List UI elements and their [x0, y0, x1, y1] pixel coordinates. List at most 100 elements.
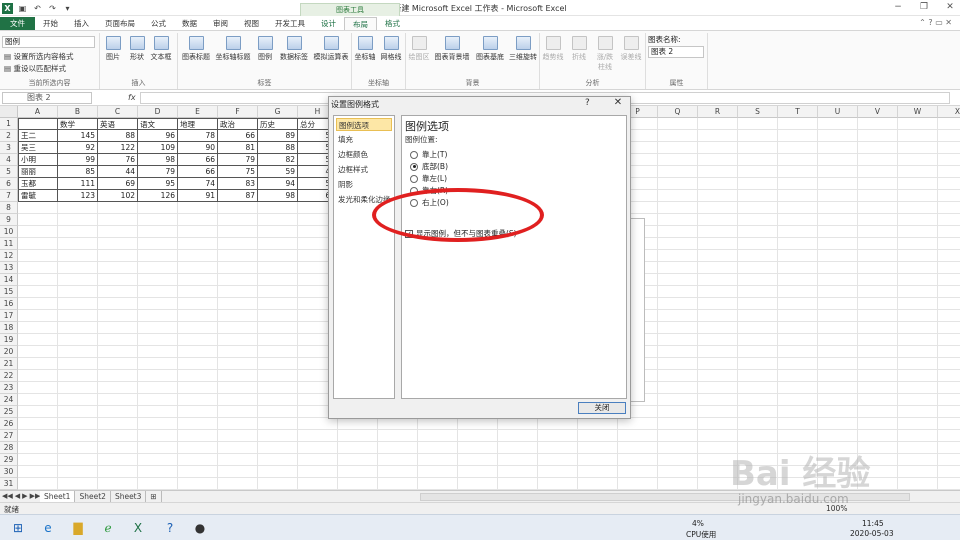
- row-header[interactable]: 29: [0, 454, 18, 466]
- row-header[interactable]: 10: [0, 226, 18, 238]
- radio-button[interactable]: [410, 150, 418, 159]
- excel-taskbar-icon[interactable]: X: [130, 520, 146, 536]
- row-header[interactable]: 28: [0, 442, 18, 454]
- column-header[interactable]: S: [738, 106, 778, 118]
- table-cell[interactable]: 94: [258, 178, 298, 190]
- column-header[interactable]: R: [698, 106, 738, 118]
- windows-start-icon[interactable]: ⊞: [10, 520, 26, 536]
- clock-time[interactable]: 11:45: [862, 519, 884, 528]
- nav-border-style[interactable]: 边框样式: [336, 163, 392, 176]
- table-cell[interactable]: 92: [58, 142, 98, 154]
- tab-home[interactable]: 开始: [35, 17, 66, 30]
- header-cell[interactable]: 语文: [138, 118, 178, 130]
- table-cell[interactable]: 雷毓: [18, 190, 58, 202]
- header-cell[interactable]: 地理: [178, 118, 218, 130]
- reset-style-button[interactable]: ▤ 重设以匹配样式: [4, 63, 66, 74]
- ie-icon[interactable]: ℯ: [100, 520, 116, 536]
- header-cell[interactable]: 数学: [58, 118, 98, 130]
- table-cell[interactable]: 59: [258, 166, 298, 178]
- row-header[interactable]: 23: [0, 382, 18, 394]
- table-cell[interactable]: 95: [138, 178, 178, 190]
- row-header[interactable]: 13: [0, 262, 18, 274]
- format-selection-button[interactable]: ▤ 设置所选内容格式: [4, 51, 73, 62]
- table-cell[interactable]: 玉都: [18, 178, 58, 190]
- data-table-button[interactable]: 模拟运算表: [312, 36, 350, 62]
- table-cell[interactable]: 66: [218, 130, 258, 142]
- table-cell[interactable]: 96: [138, 130, 178, 142]
- data-labels-button[interactable]: 数据标签: [278, 36, 310, 62]
- table-cell[interactable]: 66: [178, 154, 218, 166]
- tab-format[interactable]: 格式: [377, 17, 408, 30]
- edge-icon[interactable]: e: [40, 520, 56, 536]
- table-cell[interactable]: 79: [218, 154, 258, 166]
- row-header[interactable]: 24: [0, 394, 18, 406]
- table-cell[interactable]: 122: [98, 142, 138, 154]
- row-header[interactable]: 12: [0, 250, 18, 262]
- insert-sheet-icon[interactable]: ⊞: [146, 491, 162, 502]
- row-header[interactable]: 1: [0, 118, 18, 130]
- close-window-button[interactable]: ✕: [944, 2, 956, 13]
- radio-button[interactable]: [410, 174, 418, 183]
- clock-date[interactable]: 2020-05-03: [850, 529, 894, 538]
- first-sheet-icon[interactable]: ◀◀: [2, 492, 13, 500]
- radio-bottom[interactable]: 底部(B): [410, 161, 448, 172]
- file-explorer-icon[interactable]: ▇: [70, 520, 86, 536]
- help-app-icon[interactable]: ?: [162, 520, 178, 536]
- table-cell[interactable]: 89: [258, 130, 298, 142]
- row-header[interactable]: 15: [0, 286, 18, 298]
- table-cell[interactable]: 66: [178, 166, 218, 178]
- row-header[interactable]: 21: [0, 358, 18, 370]
- row-header[interactable]: 22: [0, 370, 18, 382]
- column-header[interactable]: X: [938, 106, 960, 118]
- table-cell[interactable]: 丽丽: [18, 166, 58, 178]
- tab-insert[interactable]: 插入: [66, 17, 97, 30]
- row-header[interactable]: 11: [0, 238, 18, 250]
- radio-left[interactable]: 靠左(L): [410, 173, 447, 184]
- table-cell[interactable]: 145: [58, 130, 98, 142]
- table-cell[interactable]: 83: [218, 178, 258, 190]
- column-header[interactable]: W: [898, 106, 938, 118]
- row-header[interactable]: 26: [0, 418, 18, 430]
- table-cell[interactable]: 91: [178, 190, 218, 202]
- column-header[interactable]: A: [18, 106, 58, 118]
- table-cell[interactable]: 85: [58, 166, 98, 178]
- column-header[interactable]: Q: [658, 106, 698, 118]
- restore-button[interactable]: ❐: [918, 2, 930, 13]
- table-cell[interactable]: 81: [218, 142, 258, 154]
- table-cell[interactable]: 76: [98, 154, 138, 166]
- row-header[interactable]: 31: [0, 478, 18, 490]
- tab-review[interactable]: 审阅: [205, 17, 236, 30]
- trendline-button[interactable]: 趋势线: [542, 36, 564, 62]
- selection-combo[interactable]: 图例: [2, 36, 95, 48]
- row-header[interactable]: 16: [0, 298, 18, 310]
- tab-formulas[interactable]: 公式: [143, 17, 174, 30]
- nav-shadow[interactable]: 阴影: [336, 178, 392, 191]
- column-header[interactable]: U: [818, 106, 858, 118]
- table-cell[interactable]: 69: [98, 178, 138, 190]
- row-header[interactable]: 3: [0, 142, 18, 154]
- table-cell[interactable]: 109: [138, 142, 178, 154]
- column-header[interactable]: G: [258, 106, 298, 118]
- row-header[interactable]: 7: [0, 190, 18, 202]
- 3d-rotation-button[interactable]: 三维旋转: [508, 36, 538, 62]
- table-cell[interactable]: 123: [58, 190, 98, 202]
- row-header[interactable]: 19: [0, 334, 18, 346]
- insert-shapes-button[interactable]: 形状: [126, 36, 148, 62]
- tab-design[interactable]: 设计: [313, 17, 344, 30]
- lines-button[interactable]: 折线: [568, 36, 590, 62]
- table-cell[interactable]: 88: [98, 130, 138, 142]
- error-bars-button[interactable]: 误差线: [620, 36, 642, 62]
- close-button[interactable]: 关闭: [578, 402, 626, 414]
- insert-picture-button[interactable]: 图片: [102, 36, 124, 62]
- tab-layout[interactable]: 布局: [344, 17, 377, 30]
- help-icon[interactable]: ⌃ ? ▭ ✕: [919, 18, 952, 27]
- table-cell[interactable]: 111: [58, 178, 98, 190]
- name-box[interactable]: 图表 2: [2, 92, 92, 104]
- table-cell[interactable]: 78: [178, 130, 218, 142]
- table-cell[interactable]: 126: [138, 190, 178, 202]
- column-header[interactable]: E: [178, 106, 218, 118]
- sheet-tab[interactable]: Sheet3: [111, 491, 147, 502]
- header-cell[interactable]: 政治: [218, 118, 258, 130]
- sheet-tab[interactable]: Sheet1: [40, 491, 76, 502]
- nav-legend-options[interactable]: 图例选项: [336, 118, 392, 131]
